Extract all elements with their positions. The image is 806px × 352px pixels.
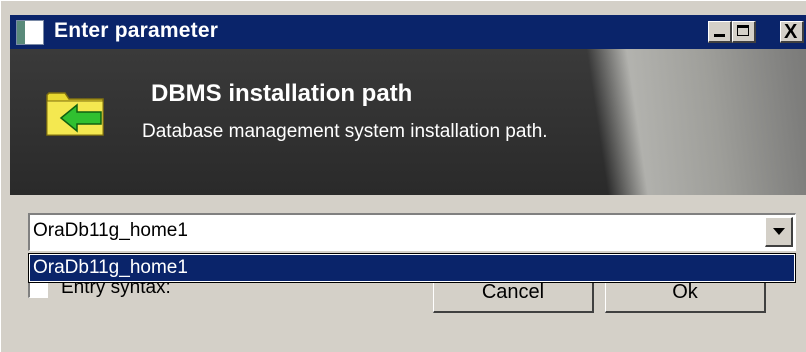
combo-value: OraDb11g_home1 (33, 220, 188, 241)
banner-subtitle: Database management system installation … (142, 121, 548, 142)
maximize-button[interactable] (732, 21, 756, 43)
close-button[interactable]: X (780, 21, 804, 43)
dropdown-arrow-button[interactable] (765, 217, 793, 247)
banner-title: DBMS installation path (151, 80, 413, 107)
banner-decoration (550, 49, 806, 195)
app-icon (16, 20, 44, 45)
dropdown-list: OraDb11g_home1 (28, 253, 796, 283)
installation-path-combo[interactable]: OraDb11g_home1 (28, 213, 796, 251)
minimize-button[interactable] (708, 21, 732, 43)
header-banner: DBMS installation path Database manageme… (10, 49, 806, 195)
folder-arrow-icon (46, 92, 104, 136)
title-bar[interactable]: Enter parameter X (10, 15, 806, 49)
dialog-window: Enter parameter X DBMS installation path… (0, 0, 806, 352)
dropdown-option[interactable]: OraDb11g_home1 (30, 255, 794, 281)
close-icon: X (784, 21, 798, 43)
window-title: Enter parameter (54, 19, 219, 42)
